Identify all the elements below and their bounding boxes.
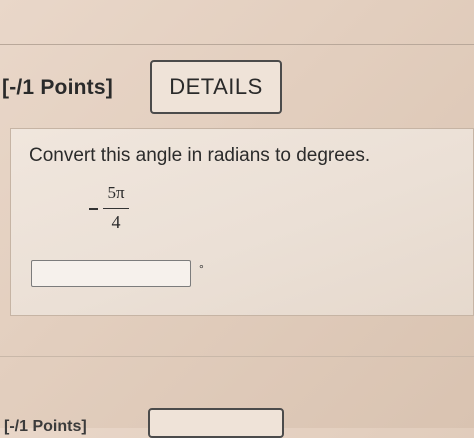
angle-expression: 5π 4 [89, 181, 149, 241]
details-button[interactable]: DETAILS [150, 60, 282, 114]
question-prompt: Convert this angle in radians to degrees… [29, 145, 371, 166]
fraction-denominator: 4 [111, 212, 121, 232]
fraction-numerator: 5π [107, 183, 125, 202]
answer-input[interactable] [31, 260, 191, 287]
bottom-divider [0, 356, 474, 357]
top-divider [0, 44, 474, 45]
next-points-label: [-/1 Points] [4, 418, 87, 435]
degree-unit: ° [199, 262, 204, 276]
next-details-button[interactable] [148, 408, 284, 438]
points-label: [-/1 Points] [2, 76, 113, 99]
minus-sign [89, 208, 98, 210]
question-panel: Convert this angle in radians to degrees… [10, 128, 474, 316]
fraction-bar [103, 208, 129, 209]
